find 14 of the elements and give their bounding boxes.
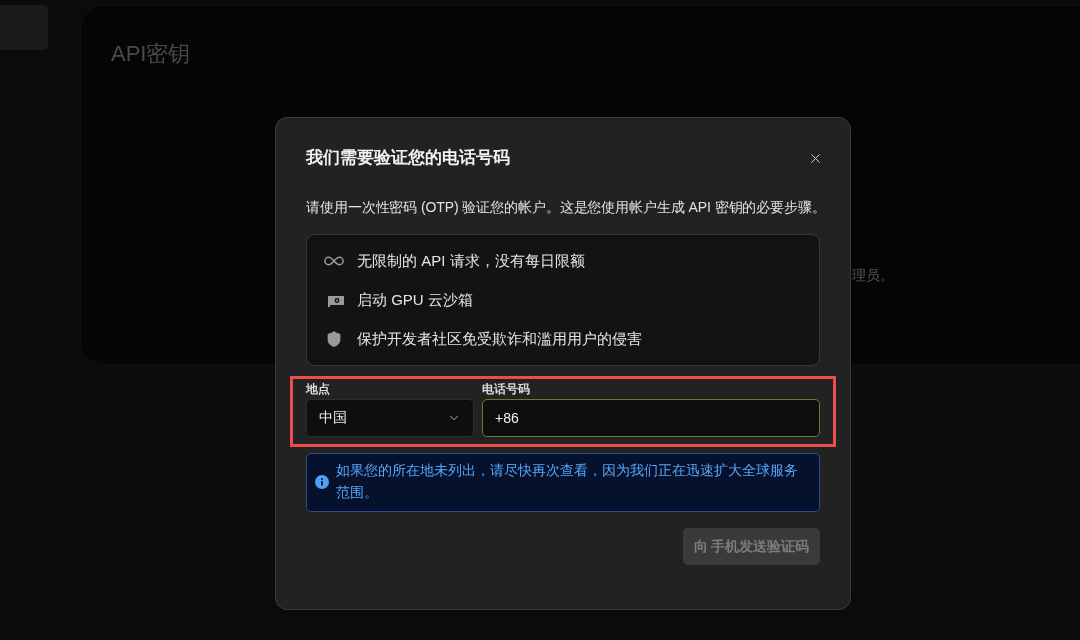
dialog-description: 请使用一次性密码 (OTP) 验证您的帐户。这是您使用帐户生成 API 密钥的必要步骤。 (306, 198, 820, 217)
shield-icon (325, 330, 343, 348)
phone-input[interactable]: +86 (482, 399, 820, 437)
dialog-title: 我们需要验证您的电话号码 (306, 147, 510, 169)
field-label: 地点 (306, 382, 330, 396)
notice-text: 如果您的所在地未列出，请尽快再次查看，因为我们正在迅速扩大全球服务范围。 (336, 462, 799, 502)
location-select[interactable]: 中国 (306, 399, 474, 437)
feature-text: 无限制的 API 请求，没有每日限额 (357, 251, 585, 271)
info-icon (315, 475, 329, 489)
background-text: 理员。 (852, 266, 894, 285)
feature-text: 启动 GPU 云沙箱 (357, 290, 473, 310)
page-title: API密钥 (111, 40, 191, 68)
feature-text: 保护开发者社区免受欺诈和滥用用户的侵害 (357, 329, 642, 349)
field-label: 电话号码 (482, 382, 530, 396)
